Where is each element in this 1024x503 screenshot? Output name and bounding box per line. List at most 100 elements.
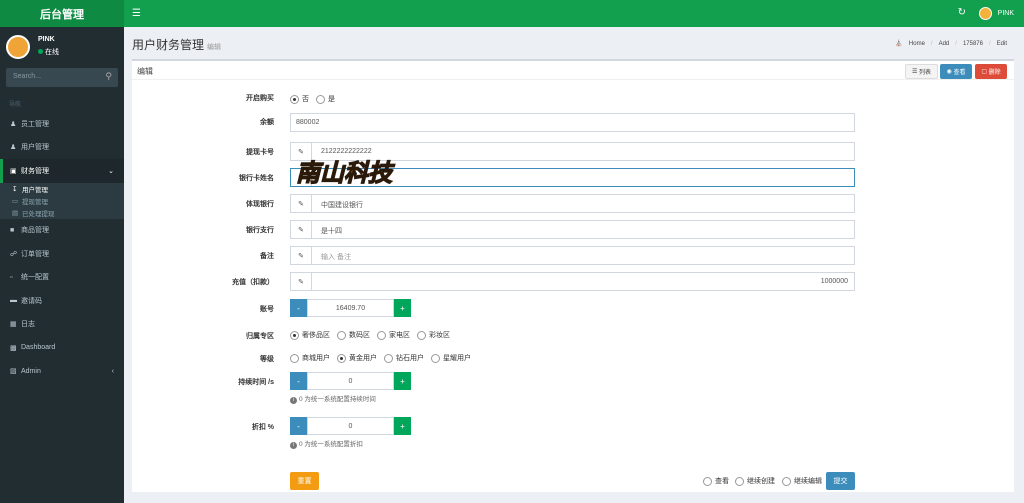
search-input[interactable]: Search... ⚲: [6, 68, 118, 87]
user-icon: ♟: [10, 120, 17, 128]
checkbox-label: 继续编辑: [794, 478, 822, 485]
zone-radio-cosmetics[interactable]: 彩妆区: [417, 330, 450, 340]
sidebar-item-config[interactable]: ▫ 统一配置: [0, 266, 124, 290]
trash-icon: ▢: [981, 69, 989, 75]
sidebar-item-staff[interactable]: ♟ 员工管理: [0, 112, 124, 136]
account-value[interactable]: 16409.70: [307, 299, 394, 317]
checkbox-circle[interactable]: [703, 476, 712, 486]
radio-label: 星耀用户: [443, 355, 471, 362]
breadcrumb-separator: /: [955, 41, 957, 47]
zone-radio-digital[interactable]: 数码区: [337, 330, 370, 340]
checkbox-circle[interactable]: [782, 476, 791, 486]
recharge-input[interactable]: ✎ 1000000: [290, 272, 855, 291]
list-button[interactable]: ☰ 列表: [905, 64, 938, 79]
page-subtitle: 编辑: [207, 44, 222, 51]
purchase-radio-yes[interactable]: 是: [316, 94, 335, 104]
menu-toggle-icon[interactable]: ☰: [132, 8, 141, 19]
submenu-item-processed[interactable]: ▤ 已处理提现: [0, 207, 124, 219]
purchase-radio-no[interactable]: 否: [290, 94, 309, 104]
reset-button[interactable]: 重置: [290, 472, 319, 490]
increment-button[interactable]: +: [394, 372, 411, 390]
breadcrumb-home[interactable]: Home: [909, 41, 925, 47]
radio-circle[interactable]: [337, 353, 346, 363]
radio-circle[interactable]: [377, 330, 386, 340]
radio-circle[interactable]: [290, 330, 299, 340]
delete-button[interactable]: ▢ 删除: [975, 64, 1007, 79]
user-status: 在线: [38, 47, 59, 57]
level-radio-gold[interactable]: 黄金用户: [337, 353, 377, 363]
continue-create-checkbox[interactable]: 继续创建: [735, 476, 775, 486]
level-radio-mall[interactable]: 商城用户: [290, 353, 330, 363]
bank-input[interactable]: ✎ 中国建设银行: [290, 194, 855, 213]
discount-help-text: 0 为统一系统配置折扣: [299, 441, 363, 448]
radio-label: 否: [302, 96, 309, 103]
radio-label: 家电区: [389, 332, 410, 339]
level-radio-star[interactable]: 星耀用户: [431, 353, 471, 363]
avatar[interactable]: [979, 7, 992, 20]
refresh-icon[interactable]: ↻: [958, 7, 966, 18]
radio-circle[interactable]: [316, 94, 325, 104]
box-icon: ■: [10, 226, 15, 234]
app-logo[interactable]: 后台管理: [0, 0, 124, 27]
level-label: 等级: [260, 356, 274, 363]
user-name: PINK: [38, 36, 55, 43]
search-placeholder: Search...: [13, 73, 42, 80]
checkbox-label: 继续创建: [747, 478, 775, 485]
discount-label: 折扣 %: [251, 424, 274, 431]
user-status-label: 在线: [45, 49, 59, 56]
discount-value[interactable]: 0: [307, 417, 394, 435]
radio-circle[interactable]: [431, 353, 440, 363]
zone-radio-luxury[interactable]: 奢侈品区: [290, 330, 330, 340]
radio-circle[interactable]: [384, 353, 393, 363]
sidebar: PINK 在线 Search... ⚲ 导航 ♟ 员工管理 ♟ 用户管理 ▣ 财务管理…: [0, 27, 124, 503]
balance-input[interactable]: 880002: [290, 113, 855, 132]
decrement-button[interactable]: -: [290, 299, 307, 317]
eye-icon: ◉: [946, 69, 954, 75]
radio-circle[interactable]: [337, 330, 346, 340]
sidebar-item-finance[interactable]: ▣ 财务管理 ⌄: [0, 159, 124, 183]
decrement-button[interactable]: -: [290, 372, 307, 390]
chevron-down-icon: ⌄: [108, 167, 114, 175]
radio-circle[interactable]: [417, 330, 426, 340]
sidebar-item-dashboard[interactable]: ▩ Dashboard: [0, 336, 124, 360]
increment-button[interactable]: +: [394, 299, 411, 317]
duration-help-text: 0 为统一系统配置持续时间: [299, 396, 376, 403]
topbar-username[interactable]: PINK: [998, 10, 1014, 17]
balance-value: 880002: [296, 119, 320, 126]
sidebar-item-invite[interactable]: ▬ 邀请码: [0, 289, 124, 313]
duration-value[interactable]: 0: [307, 372, 394, 390]
checkbox-circle[interactable]: [735, 476, 744, 486]
sidebar-item-products[interactable]: ■ 商品管理: [0, 219, 124, 243]
submit-button[interactable]: 提交: [826, 472, 855, 490]
sidebar-item-admin[interactable]: ▨ Admin ‹: [0, 360, 124, 384]
account-stepper: - 16409.70 +: [290, 299, 411, 317]
level-radio-diamond[interactable]: 钻石用户: [384, 353, 424, 363]
breadcrumb-id[interactable]: 175876: [963, 41, 983, 47]
info-icon: i: [290, 397, 297, 404]
breadcrumb-add[interactable]: Add: [939, 41, 950, 47]
radio-circle[interactable]: [290, 353, 299, 363]
branch-input[interactable]: ✎ 是十四: [290, 220, 855, 239]
delete-button-label: 删除: [988, 70, 1001, 76]
view-button-label: 查看: [953, 70, 966, 76]
increment-button[interactable]: +: [394, 417, 411, 435]
sidebar-item-log[interactable]: ▦ 日志: [0, 313, 124, 337]
balance-label: 余额: [260, 119, 274, 126]
view-checkbox[interactable]: 查看: [703, 476, 729, 486]
continue-edit-checkbox[interactable]: 继续编辑: [782, 476, 822, 486]
note-input[interactable]: ✎ 输入 备注: [290, 246, 855, 265]
view-button[interactable]: ◉ 查看: [940, 64, 972, 79]
purchase-radio-group: 否 是: [290, 93, 342, 105]
zone-radio-appliance[interactable]: 家电区: [377, 330, 410, 340]
watermark-text: 南山科技: [296, 159, 395, 187]
duration-label: 持续时间 /s: [238, 379, 274, 386]
submenu-item-withdraw[interactable]: ▭ 提现管理: [0, 195, 124, 207]
search-icon[interactable]: ⚲: [105, 71, 112, 82]
decrement-button[interactable]: -: [290, 417, 307, 435]
breadcrumb-separator: /: [930, 41, 933, 47]
radio-circle[interactable]: [290, 94, 299, 104]
card-label: 提现卡号: [246, 149, 274, 156]
submenu-item-users[interactable]: ↧ 用户管理: [0, 183, 124, 195]
sidebar-item-users[interactable]: ♟ 用户管理: [0, 136, 124, 160]
sidebar-item-orders[interactable]: ☍ 订单管理: [0, 242, 124, 266]
